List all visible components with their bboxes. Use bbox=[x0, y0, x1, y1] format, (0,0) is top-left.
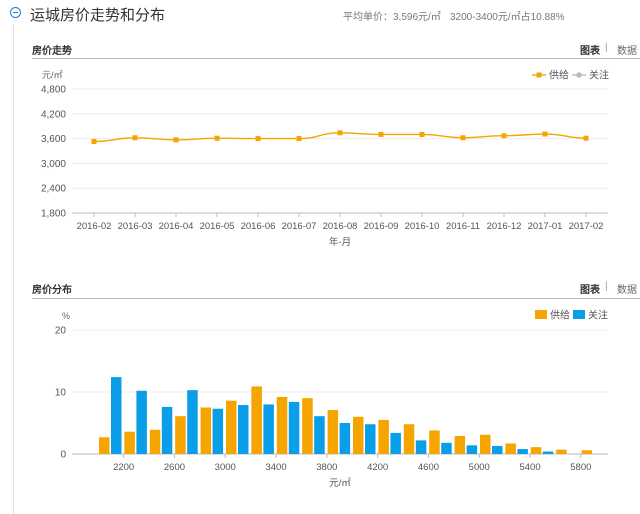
dist-bar-supply bbox=[505, 443, 516, 454]
dist-ytick-label: 0 bbox=[60, 450, 66, 461]
dist-bar-supply bbox=[200, 407, 212, 454]
distribution-chart: 20 10 0% 2200 2600 3000 3400 3800 4200 4600 5000 54… bbox=[55, 309, 608, 489]
dist-bar-attention bbox=[111, 377, 122, 454]
dist-bar-attention bbox=[238, 405, 249, 454]
dist-xtick-label: 3400 bbox=[265, 462, 286, 473]
legend-supply-label: 供给 bbox=[550, 309, 570, 322]
dist-bar-attention bbox=[187, 390, 198, 454]
dist-bar-supply bbox=[480, 434, 491, 454]
dist-y-axis-label: % bbox=[62, 311, 70, 321]
dist-bar-attention bbox=[492, 445, 503, 454]
dist-xtick-label: 4200 bbox=[367, 462, 388, 473]
dist-bar-attention bbox=[441, 442, 452, 454]
dist-bar-attention bbox=[390, 432, 401, 454]
dist-xtick-label: 3800 bbox=[316, 462, 337, 473]
dist-bar-supply bbox=[276, 396, 288, 454]
dist-xtick-label: 5400 bbox=[519, 462, 540, 473]
dist-bar-attention bbox=[136, 390, 147, 454]
dist-bar-attention bbox=[339, 423, 351, 454]
dist-x-axis-label: 元/㎡ bbox=[329, 478, 351, 489]
dist-bar-supply bbox=[454, 436, 466, 454]
dist-xtick-label: 2600 bbox=[164, 462, 185, 473]
dist-bar-attention bbox=[314, 416, 325, 454]
dist-bar-supply bbox=[327, 409, 339, 454]
dist-bar-supply bbox=[175, 416, 186, 454]
dist-bar-supply bbox=[403, 424, 415, 454]
dist-bar-attention bbox=[288, 401, 300, 454]
dist-bar-attention bbox=[415, 440, 427, 454]
dist-bar-attention bbox=[466, 445, 478, 454]
dist-xtick-label: 2200 bbox=[113, 462, 134, 473]
dist-bar-supply bbox=[99, 437, 110, 454]
dist-bar-supply bbox=[302, 398, 313, 454]
dist-ytick-label: 20 bbox=[55, 326, 67, 337]
dist-bar-attention bbox=[542, 451, 554, 454]
dist-bar-supply bbox=[581, 450, 593, 454]
dist-xtick-label: 5000 bbox=[469, 462, 490, 473]
dist-bar-attention bbox=[161, 406, 173, 454]
dist-bar-attention bbox=[365, 424, 376, 454]
dist-bar-attention bbox=[517, 449, 528, 454]
dist-bar-attention bbox=[212, 408, 224, 454]
dist-ytick-label: 10 bbox=[55, 388, 67, 399]
dist-bar-supply bbox=[251, 386, 262, 454]
legend-attention-label: 关注 bbox=[588, 309, 608, 322]
legend-attention-swatch bbox=[573, 310, 585, 319]
dist-bar-supply bbox=[149, 429, 161, 454]
dist-xtick-label: 4600 bbox=[418, 462, 439, 473]
dist-bar-supply bbox=[530, 447, 542, 454]
dist-bar-attention bbox=[263, 404, 274, 454]
dist-bar-supply bbox=[124, 431, 135, 454]
dist-bar-supply bbox=[556, 449, 567, 454]
dist-bar-supply bbox=[429, 430, 440, 454]
dist-bar-supply bbox=[353, 416, 364, 454]
legend-supply-swatch bbox=[535, 310, 547, 319]
dist-xtick-label: 3000 bbox=[215, 462, 236, 473]
dist-bar-supply bbox=[378, 419, 389, 454]
dist-xtick-label: 5800 bbox=[570, 462, 591, 473]
dist-bar-supply bbox=[226, 400, 237, 454]
